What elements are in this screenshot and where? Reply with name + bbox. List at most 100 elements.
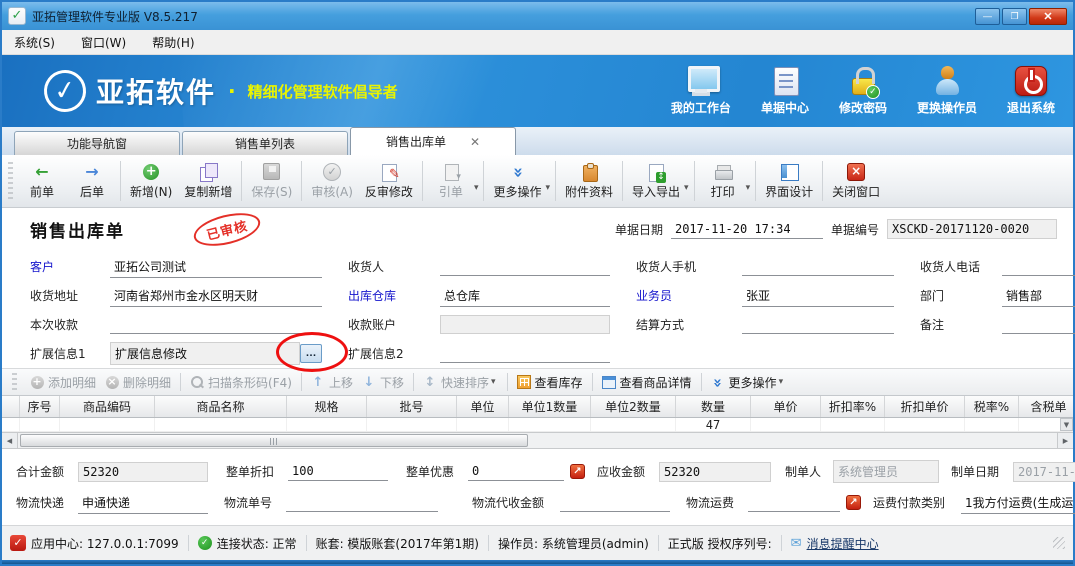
print-button[interactable]: 打印	[698, 158, 748, 205]
tab-close-icon[interactable]: ✕	[470, 135, 480, 149]
detail-more-actions-button[interactable]: 更多操作▾	[711, 374, 786, 391]
dropdown-arrow-icon[interactable]: ▾	[746, 169, 751, 193]
dropdown-arrow-icon[interactable]: ▾	[684, 169, 689, 193]
pull-doc-button[interactable]: 引单	[426, 158, 476, 205]
close-button[interactable]: ✕	[1029, 8, 1067, 25]
attachments-button[interactable]: 附件资料	[559, 158, 619, 205]
window-title: 亚拓管理软件专业版 V8.5.217	[32, 8, 198, 25]
salesman-field[interactable]: 张亚	[742, 285, 894, 307]
switch-operator-button[interactable]: 更换操作员	[917, 66, 977, 116]
ui-design-button[interactable]: 界面设计	[759, 158, 819, 205]
freight-type-field[interactable]: 1我方付运费(生成运	[961, 492, 1075, 514]
warehouse-field[interactable]: 总仓库	[440, 285, 610, 307]
my-workbench-button[interactable]: 我的工作台	[671, 66, 731, 116]
audit-button[interactable]: 审核(A)	[305, 158, 359, 205]
menu-window[interactable]: 窗口(W)	[81, 34, 126, 51]
scan-barcode-button[interactable]: 扫描条形码(F4)	[190, 374, 292, 391]
col-header[interactable]: 税率%	[965, 396, 1019, 417]
double-chevron-icon	[711, 375, 725, 389]
col-header[interactable]: 单位	[457, 396, 509, 417]
maximize-button[interactable]: ❐	[1002, 8, 1027, 25]
menu-help[interactable]: 帮助(H)	[152, 34, 194, 51]
address-field[interactable]: 河南省郑州市金水区明天财	[110, 285, 322, 307]
receivable-label: 应收金额	[597, 463, 659, 480]
add-circle-icon	[30, 375, 44, 389]
view-product-detail-button[interactable]: 查看商品详情	[602, 374, 692, 391]
col-header[interactable]: 序号	[20, 396, 60, 417]
close-window-button[interactable]: 关闭窗口	[826, 158, 886, 205]
tab-sales-outbound[interactable]: 销售出库单 ✕	[350, 127, 516, 155]
message-center-link[interactable]: ✉ 消息提醒中心	[791, 535, 879, 552]
add-detail-button[interactable]: 添加明细	[30, 374, 96, 391]
col-header[interactable]: 规格	[287, 396, 367, 417]
scrollbar-thumb[interactable]	[20, 434, 528, 447]
col-header[interactable]: 折扣单价	[885, 396, 965, 417]
more-actions-button[interactable]: »更多操作	[487, 158, 547, 205]
ext1-field-wrap: 扩展信息修改 …	[110, 342, 322, 365]
import-export-button[interactable]: 导入导出	[626, 158, 686, 205]
ext2-field[interactable]	[440, 345, 610, 363]
brand-logo-icon: ✓	[41, 67, 88, 114]
order-discount-field[interactable]: 100	[288, 462, 388, 481]
freight-recalc-button[interactable]	[846, 495, 861, 510]
resize-grip[interactable]	[1053, 537, 1065, 549]
tracking-no-field[interactable]	[286, 494, 438, 512]
col-header[interactable]: 单位2数量	[591, 396, 676, 417]
change-password-button[interactable]: ✓ 修改密码	[839, 66, 887, 116]
department-field[interactable]: 销售部	[1002, 285, 1075, 307]
express-field[interactable]: 申通快递	[78, 492, 208, 514]
col-header[interactable]: 单位1数量	[509, 396, 591, 417]
view-stock-button[interactable]: 查看库存	[517, 374, 583, 391]
scroll-left-button[interactable]: ◀	[2, 433, 18, 448]
prev-doc-button[interactable]: ←前单	[17, 158, 67, 205]
remark-field[interactable]	[1002, 316, 1075, 334]
save-button[interactable]: 保存(S)	[245, 158, 298, 205]
vertical-scroll-down-button[interactable]: ▼	[1060, 418, 1073, 431]
delete-detail-button[interactable]: 删除明细	[105, 374, 171, 391]
app-center-icon: ✓	[10, 535, 26, 551]
toolbar-separator	[822, 161, 823, 201]
grid-header: 序号 商品编码 商品名称 规格 批号 单位 单位1数量 单位2数量 数量 单价 …	[2, 396, 1073, 418]
quick-sort-button[interactable]: 快速排序▾	[423, 374, 498, 391]
copy-new-button[interactable]: 复制新增	[178, 158, 238, 205]
menu-system[interactable]: 系统(S)	[14, 34, 55, 51]
consignee-field[interactable]	[440, 258, 610, 276]
toolbar-separator	[555, 161, 556, 201]
tab-function-nav[interactable]: 功能导航窗	[14, 131, 180, 155]
next-doc-button[interactable]: →后单	[67, 158, 117, 205]
settlement-field[interactable]	[742, 316, 894, 334]
move-down-button[interactable]: 下移	[362, 374, 404, 391]
total-amount-label: 合计金额	[16, 463, 78, 480]
toolbar-separator	[694, 161, 695, 201]
minimize-button[interactable]: —	[975, 8, 1000, 25]
toolbar-separator	[422, 161, 423, 201]
scroll-right-button[interactable]: ▶	[1057, 433, 1073, 448]
freight-field[interactable]	[748, 494, 840, 512]
preferential-field[interactable]: 0	[468, 462, 564, 481]
move-up-button[interactable]: 上移	[311, 374, 353, 391]
col-header[interactable]: 折扣率%	[821, 396, 885, 417]
recalc-button[interactable]	[570, 464, 585, 479]
new-button[interactable]: 新增(N)	[124, 158, 178, 205]
unaudit-button[interactable]: 反审修改	[359, 158, 419, 205]
consignee-phone-field[interactable]	[1002, 258, 1075, 276]
cod-amount-field[interactable]	[560, 494, 670, 512]
col-header[interactable]: 单价	[751, 396, 821, 417]
document-center-button[interactable]: 单据中心	[761, 66, 809, 116]
dropdown-arrow-icon[interactable]: ▾	[474, 169, 479, 193]
customer-field[interactable]: 亚拓公司测试	[110, 256, 322, 278]
doc-date-field[interactable]: 2017-11-20 17:34	[671, 220, 823, 239]
col-header[interactable]: 商品编码	[60, 396, 155, 417]
col-header[interactable]: 商品名称	[155, 396, 287, 417]
tab-sales-order-list[interactable]: 销售单列表	[182, 131, 348, 155]
col-header[interactable]: 含税单	[1019, 396, 1073, 417]
col-header[interactable]: 数量	[676, 396, 751, 417]
ext1-ellipsis-button[interactable]: …	[300, 344, 322, 363]
horizontal-scrollbar[interactable]: ◀ ▶	[2, 432, 1073, 448]
consignee-mobile-field[interactable]	[742, 258, 894, 276]
dropdown-arrow-icon[interactable]: ▾	[545, 169, 550, 193]
brand-banner: ✓ 亚拓软件 · 精细化管理软件倡导者 我的工作台 单据中心 ✓ 修改密码 更换…	[2, 55, 1073, 127]
exit-system-button[interactable]: 退出系统	[1007, 66, 1055, 116]
payment-field[interactable]	[110, 316, 322, 334]
col-header[interactable]: 批号	[367, 396, 457, 417]
